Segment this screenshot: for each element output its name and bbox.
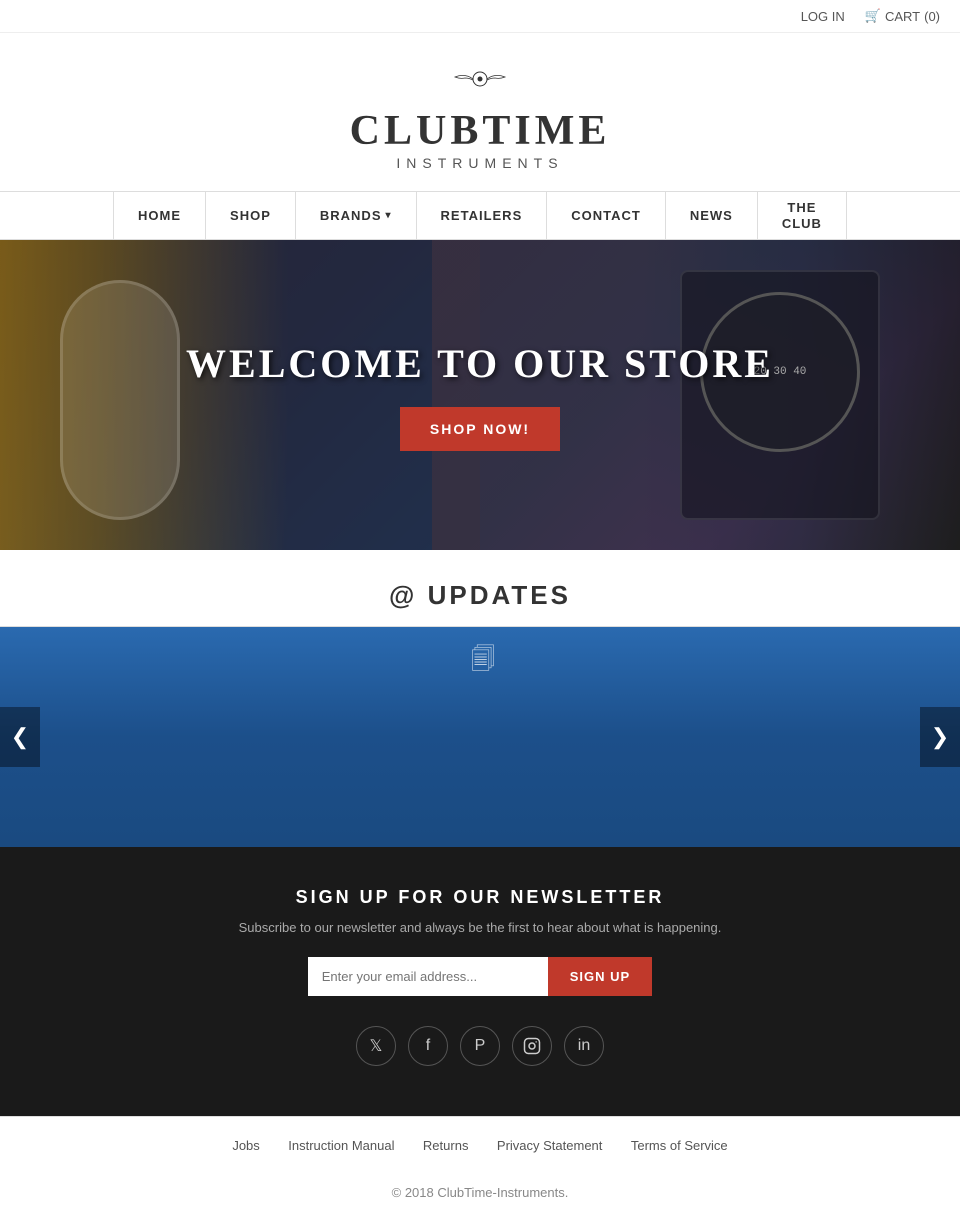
newsletter-email-input[interactable] xyxy=(308,957,548,996)
newsletter-subtitle: Subscribe to our newsletter and always b… xyxy=(20,920,940,935)
nav-retailers[interactable]: RETAILERS xyxy=(417,192,548,239)
cart-count: (0) xyxy=(924,9,940,24)
nav-the-label: THE xyxy=(787,200,816,216)
logo-icon xyxy=(450,63,510,103)
hero-watch-decor-1 xyxy=(60,280,180,520)
footer-returns-link[interactable]: Returns xyxy=(423,1138,469,1153)
carousel-prev-button[interactable]: ❮ xyxy=(0,707,40,767)
document-icon: 🗐 xyxy=(471,642,495,683)
newsletter-title: SIGN UP FOR OUR NEWSLETTER xyxy=(20,887,940,908)
brand-name: CLUBTIME xyxy=(350,107,611,155)
nav-brands[interactable]: BRANDS ▾ xyxy=(296,192,417,239)
updates-section: @ UPDATES xyxy=(0,550,960,627)
brand-sub: INSTRUMENTS xyxy=(396,155,563,171)
newsletter-signup-button[interactable]: SIGN UP xyxy=(548,957,652,996)
footer-terms-link[interactable]: Terms of Service xyxy=(631,1138,728,1153)
nav-bar: HOME SHOP BRANDS ▾ RETAILERS CONTACT NEW… xyxy=(0,191,960,240)
carousel-next-button[interactable]: ❯ xyxy=(920,707,960,767)
cart-label: CART xyxy=(885,9,920,24)
hero-banner: 20 30 40 WELCOME TO OUR STORE SHOP NOW! xyxy=(0,240,960,550)
login-link[interactable]: LOG IN xyxy=(801,9,845,24)
footer-copyright: © 2018 ClubTime-Instruments. xyxy=(0,1175,960,1220)
carousel-area: ❮ 🗐 ❯ xyxy=(0,627,960,847)
nav-home[interactable]: HOME xyxy=(113,192,206,239)
nav-brands-label: BRANDS xyxy=(320,208,382,223)
logo[interactable]: CLUBTIME INSTRUMENTS xyxy=(350,63,611,171)
footer-links: Jobs Instruction Manual Returns Privacy … xyxy=(0,1116,960,1175)
logo-area: CLUBTIME INSTRUMENTS xyxy=(0,33,960,191)
newsletter-form: SIGN UP xyxy=(20,957,940,996)
nav-news[interactable]: NEWS xyxy=(666,192,758,239)
nav-shop[interactable]: SHOP xyxy=(206,192,296,239)
footer-jobs-link[interactable]: Jobs xyxy=(232,1138,259,1153)
facebook-icon[interactable]: f xyxy=(408,1026,448,1066)
top-bar: LOG IN 🛒 CART (0) xyxy=(0,0,960,33)
chevron-down-icon: ▾ xyxy=(386,210,392,221)
linkedin-icon[interactable]: in xyxy=(564,1026,604,1066)
carousel-content: 🗐 xyxy=(0,627,960,847)
updates-title: @ UPDATES xyxy=(0,580,960,611)
nav-the-club[interactable]: THE CLUB xyxy=(758,192,847,239)
footer-instruction-manual-link[interactable]: Instruction Manual xyxy=(288,1138,394,1153)
hero-content: WELCOME TO OUR STORE SHOP NOW! xyxy=(186,340,774,451)
nav-club-label: CLUB xyxy=(782,216,822,232)
hero-title: WELCOME TO OUR STORE xyxy=(186,340,774,387)
newsletter-section: SIGN UP FOR OUR NEWSLETTER Subscribe to … xyxy=(0,847,960,1116)
shop-now-button[interactable]: SHOP NOW! xyxy=(400,407,560,451)
footer-privacy-link[interactable]: Privacy Statement xyxy=(497,1138,603,1153)
cart-link[interactable]: 🛒 CART (0) xyxy=(865,8,940,24)
pinterest-icon[interactable]: P xyxy=(460,1026,500,1066)
nav-contact[interactable]: CONTACT xyxy=(547,192,666,239)
instagram-icon[interactable] xyxy=(512,1026,552,1066)
cart-icon: 🛒 xyxy=(865,8,881,24)
social-icons: 𝕏 f P in xyxy=(20,1026,940,1066)
twitter-icon[interactable]: 𝕏 xyxy=(356,1026,396,1066)
